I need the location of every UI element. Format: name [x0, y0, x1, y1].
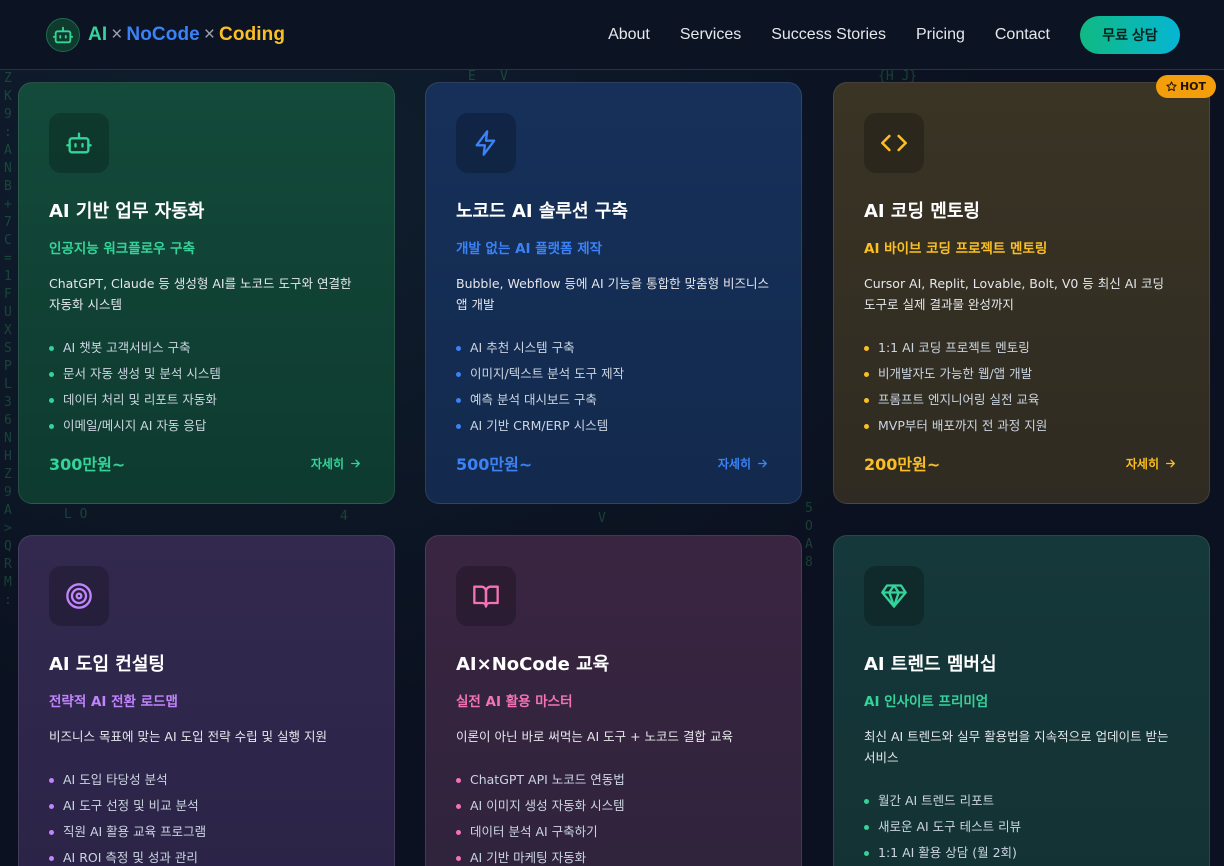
- diamond-icon: [864, 566, 924, 626]
- arrow-right-icon: [1166, 459, 1175, 467]
- service-card-ai-nocode-education[interactable]: AI×NoCode 교육 실전 AI 활용 마스터 이론이 아닌 바로 써먹는 …: [425, 535, 802, 866]
- list-item: 1:1 AI 코딩 프로젝트 멘토링: [864, 335, 1179, 361]
- list-item: AI 기반 CRM/ERP 시스템: [456, 413, 771, 439]
- list-item: 예측 분석 대시보드 구축: [456, 387, 771, 413]
- arrow-right-icon: [351, 459, 360, 467]
- hot-badge: HOT: [1156, 75, 1216, 98]
- list-item: AI ROI 측정 및 성과 관리: [49, 845, 364, 866]
- star-icon: [1166, 81, 1177, 92]
- nav-pricing[interactable]: Pricing: [916, 26, 965, 44]
- price: 500만원~: [456, 455, 533, 474]
- price: 200만원~: [864, 455, 941, 474]
- card-description: Cursor AI, Replit, Lovable, Bolt, V0 등 최…: [864, 276, 1164, 312]
- card-subtitle: 실전 AI 활용 마스터: [456, 694, 573, 710]
- list-item: AI 추천 시스템 구축: [456, 335, 771, 361]
- card-description: 최신 AI 트렌드와 실무 활용법을 지속적으로 업데이트 받는 서비스: [864, 729, 1169, 765]
- list-item: AI 이미지 생성 자동화 시스템: [456, 793, 771, 819]
- brand-name: AI × NoCode × Coding: [88, 23, 286, 45]
- card-description: 이론이 아닌 바로 써먹는 AI 도구 + 노코드 결합 교육: [456, 729, 733, 744]
- feature-list: AI 추천 시스템 구축 이미지/텍스트 분석 도구 제작 예측 분석 대시보드…: [456, 335, 771, 439]
- feature-list: 월간 AI 트렌드 리포트 새로운 AI 도구 테스트 리뷰 1:1 AI 활용…: [864, 788, 1179, 866]
- service-card-ai-consulting[interactable]: AI 도입 컨설팅 전략적 AI 전환 로드맵 비즈니스 목표에 맞는 AI 도…: [18, 535, 395, 866]
- card-subtitle: AI 인사이트 프리미엄: [864, 694, 989, 710]
- target-icon: [49, 566, 109, 626]
- list-item: 데이터 처리 및 리포트 자동화: [49, 387, 364, 413]
- card-footer: 500만원~ 자세히: [456, 451, 769, 475]
- card-subtitle: 전략적 AI 전환 로드맵: [49, 694, 178, 710]
- lightning-icon: [456, 113, 516, 173]
- card-subtitle: 개발 없는 AI 플랫폼 제작: [456, 241, 603, 257]
- robot-icon: [49, 113, 109, 173]
- list-item: AI 기반 마케팅 자동화: [456, 845, 771, 866]
- list-item: 문서 자동 생성 및 분석 시스템: [49, 361, 364, 387]
- nav-contact[interactable]: Contact: [995, 26, 1050, 44]
- free-consultation-button[interactable]: 무료 상담: [1080, 15, 1180, 54]
- list-item: MVP부터 배포까지 전 과정 지원: [864, 413, 1179, 439]
- feature-list: AI 도입 타당성 분석 AI 도구 선정 및 비교 분석 직원 AI 활용 교…: [49, 767, 364, 866]
- nav-about[interactable]: About: [608, 26, 650, 44]
- card-description: ChatGPT, Claude 등 생성형 AI를 노코드 도구와 연결한 자동…: [49, 276, 352, 312]
- code-icon: [864, 113, 924, 173]
- list-item: AI 도구 선정 및 비교 분석: [49, 793, 364, 819]
- details-link[interactable]: 자세히: [1126, 455, 1177, 472]
- service-card-ai-automation[interactable]: AI 기반 업무 자동화 인공지능 워크플로우 구축 ChatGPT, Clau…: [18, 82, 395, 504]
- list-item: AI 도입 타당성 분석: [49, 767, 364, 793]
- list-item: 직원 AI 활용 교육 프로그램: [49, 819, 364, 845]
- service-card-ai-trend-membership[interactable]: AI 트렌드 멤버십 AI 인사이트 프리미엄 최신 AI 트렌드와 실무 활용…: [833, 535, 1210, 866]
- card-subtitle: AI 바이브 코딩 프로젝트 멘토링: [864, 241, 1048, 257]
- card-description: 비즈니스 목표에 맞는 AI 도입 전략 수립 및 실행 지원: [49, 729, 327, 744]
- price: 300만원~: [49, 455, 126, 474]
- nav-services[interactable]: Services: [680, 26, 741, 44]
- list-item: 1:1 AI 활용 상담 (월 2회): [864, 840, 1179, 866]
- service-card-nocode-ai[interactable]: 노코드 AI 솔루션 구축 개발 없는 AI 플랫폼 제작 Bubble, We…: [425, 82, 802, 504]
- card-title: 노코드 AI 솔루션 구축: [456, 201, 628, 222]
- list-item: 새로운 AI 도구 테스트 리뷰: [864, 814, 1179, 840]
- page: Z K 9 : A N B + 7 C = 1 F U X S P L 3 6 …: [0, 0, 1224, 866]
- feature-list: 1:1 AI 코딩 프로젝트 멘토링 비개발자도 가능한 웹/앱 개발 프롬프트…: [864, 335, 1179, 439]
- list-item: 데이터 분석 AI 구축하기: [456, 819, 771, 845]
- list-item: 월간 AI 트렌드 리포트: [864, 788, 1179, 814]
- list-item: 프롬프트 엔지니어링 실전 교육: [864, 387, 1179, 413]
- card-title: AI 트렌드 멤버십: [864, 654, 997, 675]
- feature-list: ChatGPT API 노코드 연동법 AI 이미지 생성 자동화 시스템 데이…: [456, 767, 771, 866]
- card-title: AI 도입 컨설팅: [49, 654, 165, 675]
- nav-success-stories[interactable]: Success Stories: [771, 26, 886, 44]
- card-footer: 200만원~ 자세히: [864, 451, 1177, 475]
- card-title: AI 기반 업무 자동화: [49, 201, 205, 222]
- robot-icon: [46, 17, 80, 52]
- card-description: Bubble, Webflow 등에 AI 기능을 통합한 맞춤형 비즈니스 앱…: [456, 276, 770, 312]
- card-title: AI×NoCode 교육: [456, 654, 610, 675]
- brand[interactable]: AI × NoCode × Coding: [46, 17, 286, 52]
- list-item: AI 챗봇 고객서비스 구축: [49, 335, 364, 361]
- card-footer: 300만원~ 자세히: [49, 451, 362, 475]
- card-title: AI 코딩 멘토링: [864, 201, 980, 222]
- card-subtitle: 인공지능 워크플로우 구축: [49, 241, 196, 257]
- book-icon: [456, 566, 516, 626]
- feature-list: AI 챗봇 고객서비스 구축 문서 자동 생성 및 분석 시스템 데이터 처리 …: [49, 335, 364, 439]
- list-item: 이메일/메시지 AI 자동 응답: [49, 413, 364, 439]
- main-nav: About Services Success Stories Pricing C…: [578, 15, 1180, 54]
- list-item: 이미지/텍스트 분석 도구 제작: [456, 361, 771, 387]
- service-card-ai-coding-mentoring[interactable]: AI 코딩 멘토링 AI 바이브 코딩 프로젝트 멘토링 Cursor AI, …: [833, 82, 1210, 504]
- arrow-right-icon: [758, 459, 767, 467]
- details-link[interactable]: 자세히: [718, 455, 769, 472]
- details-link[interactable]: 자세히: [311, 455, 362, 472]
- top-navbar: AI × NoCode × Coding About Services Success …: [0, 0, 1224, 70]
- list-item: 비개발자도 가능한 웹/앱 개발: [864, 361, 1179, 387]
- list-item: ChatGPT API 노코드 연동법: [456, 767, 771, 793]
